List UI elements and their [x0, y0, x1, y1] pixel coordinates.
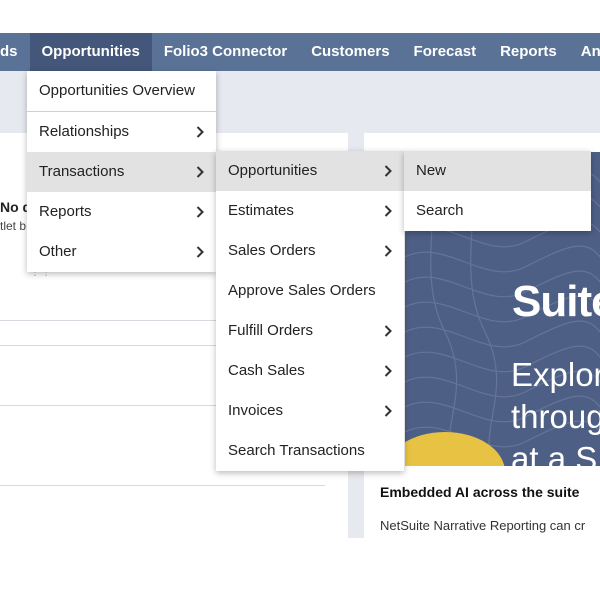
menu-item-transactions[interactable]: Transactions [27, 152, 216, 192]
menu-item-label: Invoices [228, 402, 284, 419]
menu-item-reports[interactable]: Reports [27, 192, 216, 232]
menu-item-label: Opportunities Overview [39, 82, 195, 99]
nav-item-folio3-connector[interactable]: Folio3 Connector [152, 33, 299, 71]
opportunities-submenu: New Search [404, 151, 591, 231]
chevron-right-icon [196, 232, 204, 258]
chevron-right-icon [384, 191, 392, 217]
portlet-hint-text: tlet b [0, 219, 27, 233]
divider [0, 485, 325, 486]
article-text: NetSuite Narrative Reporting can cr [380, 518, 586, 533]
menu-item-other[interactable]: Other [27, 232, 216, 272]
nav-item-opportunities[interactable]: Opportunities [29, 33, 152, 71]
nav-item-reports[interactable]: Reports [488, 33, 569, 71]
menu-item-fulfill-orders[interactable]: Fulfill Orders [216, 311, 404, 351]
opportunities-dropdown-menu: Opportunities Overview Relationships Tra… [27, 71, 216, 272]
chevron-right-icon [384, 391, 392, 417]
menu-item-search-transactions[interactable]: Search Transactions [216, 431, 404, 471]
menu-item-relationships[interactable]: Relationships [27, 112, 216, 152]
chevron-right-icon [196, 152, 204, 178]
chevron-right-icon [384, 311, 392, 337]
menu-item-label: Cash Sales [228, 362, 305, 379]
chevron-right-icon [384, 151, 392, 177]
transactions-submenu: Opportunities Estimates Sales Orders App… [216, 151, 404, 471]
menu-item-label: Estimates [228, 202, 294, 219]
menu-item-label: Approve Sales Orders [228, 282, 376, 299]
banner-text: Explor throug at a S [511, 356, 600, 466]
nav-item-dashboards[interactable]: ds [0, 33, 30, 71]
menu-item-new[interactable]: New [404, 151, 591, 191]
menu-item-label: New [416, 162, 447, 179]
menu-item-opportunities-overview[interactable]: Opportunities Overview [27, 71, 216, 111]
menu-item-approve-sales-orders[interactable]: Approve Sales Orders [216, 271, 404, 311]
article-title[interactable]: Embedded AI across the suite [380, 484, 579, 500]
menu-item-label: Sales Orders [228, 242, 316, 259]
chevron-right-icon [384, 231, 392, 257]
menu-item-estimates[interactable]: Estimates [216, 191, 404, 231]
banner-title: Suite [512, 277, 600, 326]
menu-item-cash-sales[interactable]: Cash Sales [216, 351, 404, 391]
top-nav-bar: ds Opportunities Folio3 Connector Custom… [0, 33, 600, 71]
menu-item-label: Fulfill Orders [228, 322, 314, 339]
nav-item-forecast[interactable]: Forecast [402, 33, 489, 71]
menu-item-label: Other [39, 243, 77, 260]
menu-item-label: Transactions [39, 163, 125, 180]
menu-item-label: Relationships [39, 123, 130, 140]
menu-item-label: Opportunities [228, 162, 318, 179]
menu-item-search[interactable]: Search [404, 191, 591, 231]
nav-item-analytics[interactable]: Analy [569, 33, 600, 71]
menu-item-sales-orders[interactable]: Sales Orders [216, 231, 404, 271]
nav-item-customers[interactable]: Customers [299, 33, 401, 71]
chevron-right-icon [196, 112, 204, 138]
chevron-right-icon [384, 351, 392, 377]
menu-item-label: Search [416, 202, 464, 219]
menu-item-label: Search Transactions [228, 442, 365, 459]
menu-item-invoices[interactable]: Invoices [216, 391, 404, 431]
chevron-right-icon [196, 192, 204, 218]
menu-item-opportunities[interactable]: Opportunities [216, 151, 404, 191]
menu-item-label: Reports [39, 203, 92, 220]
